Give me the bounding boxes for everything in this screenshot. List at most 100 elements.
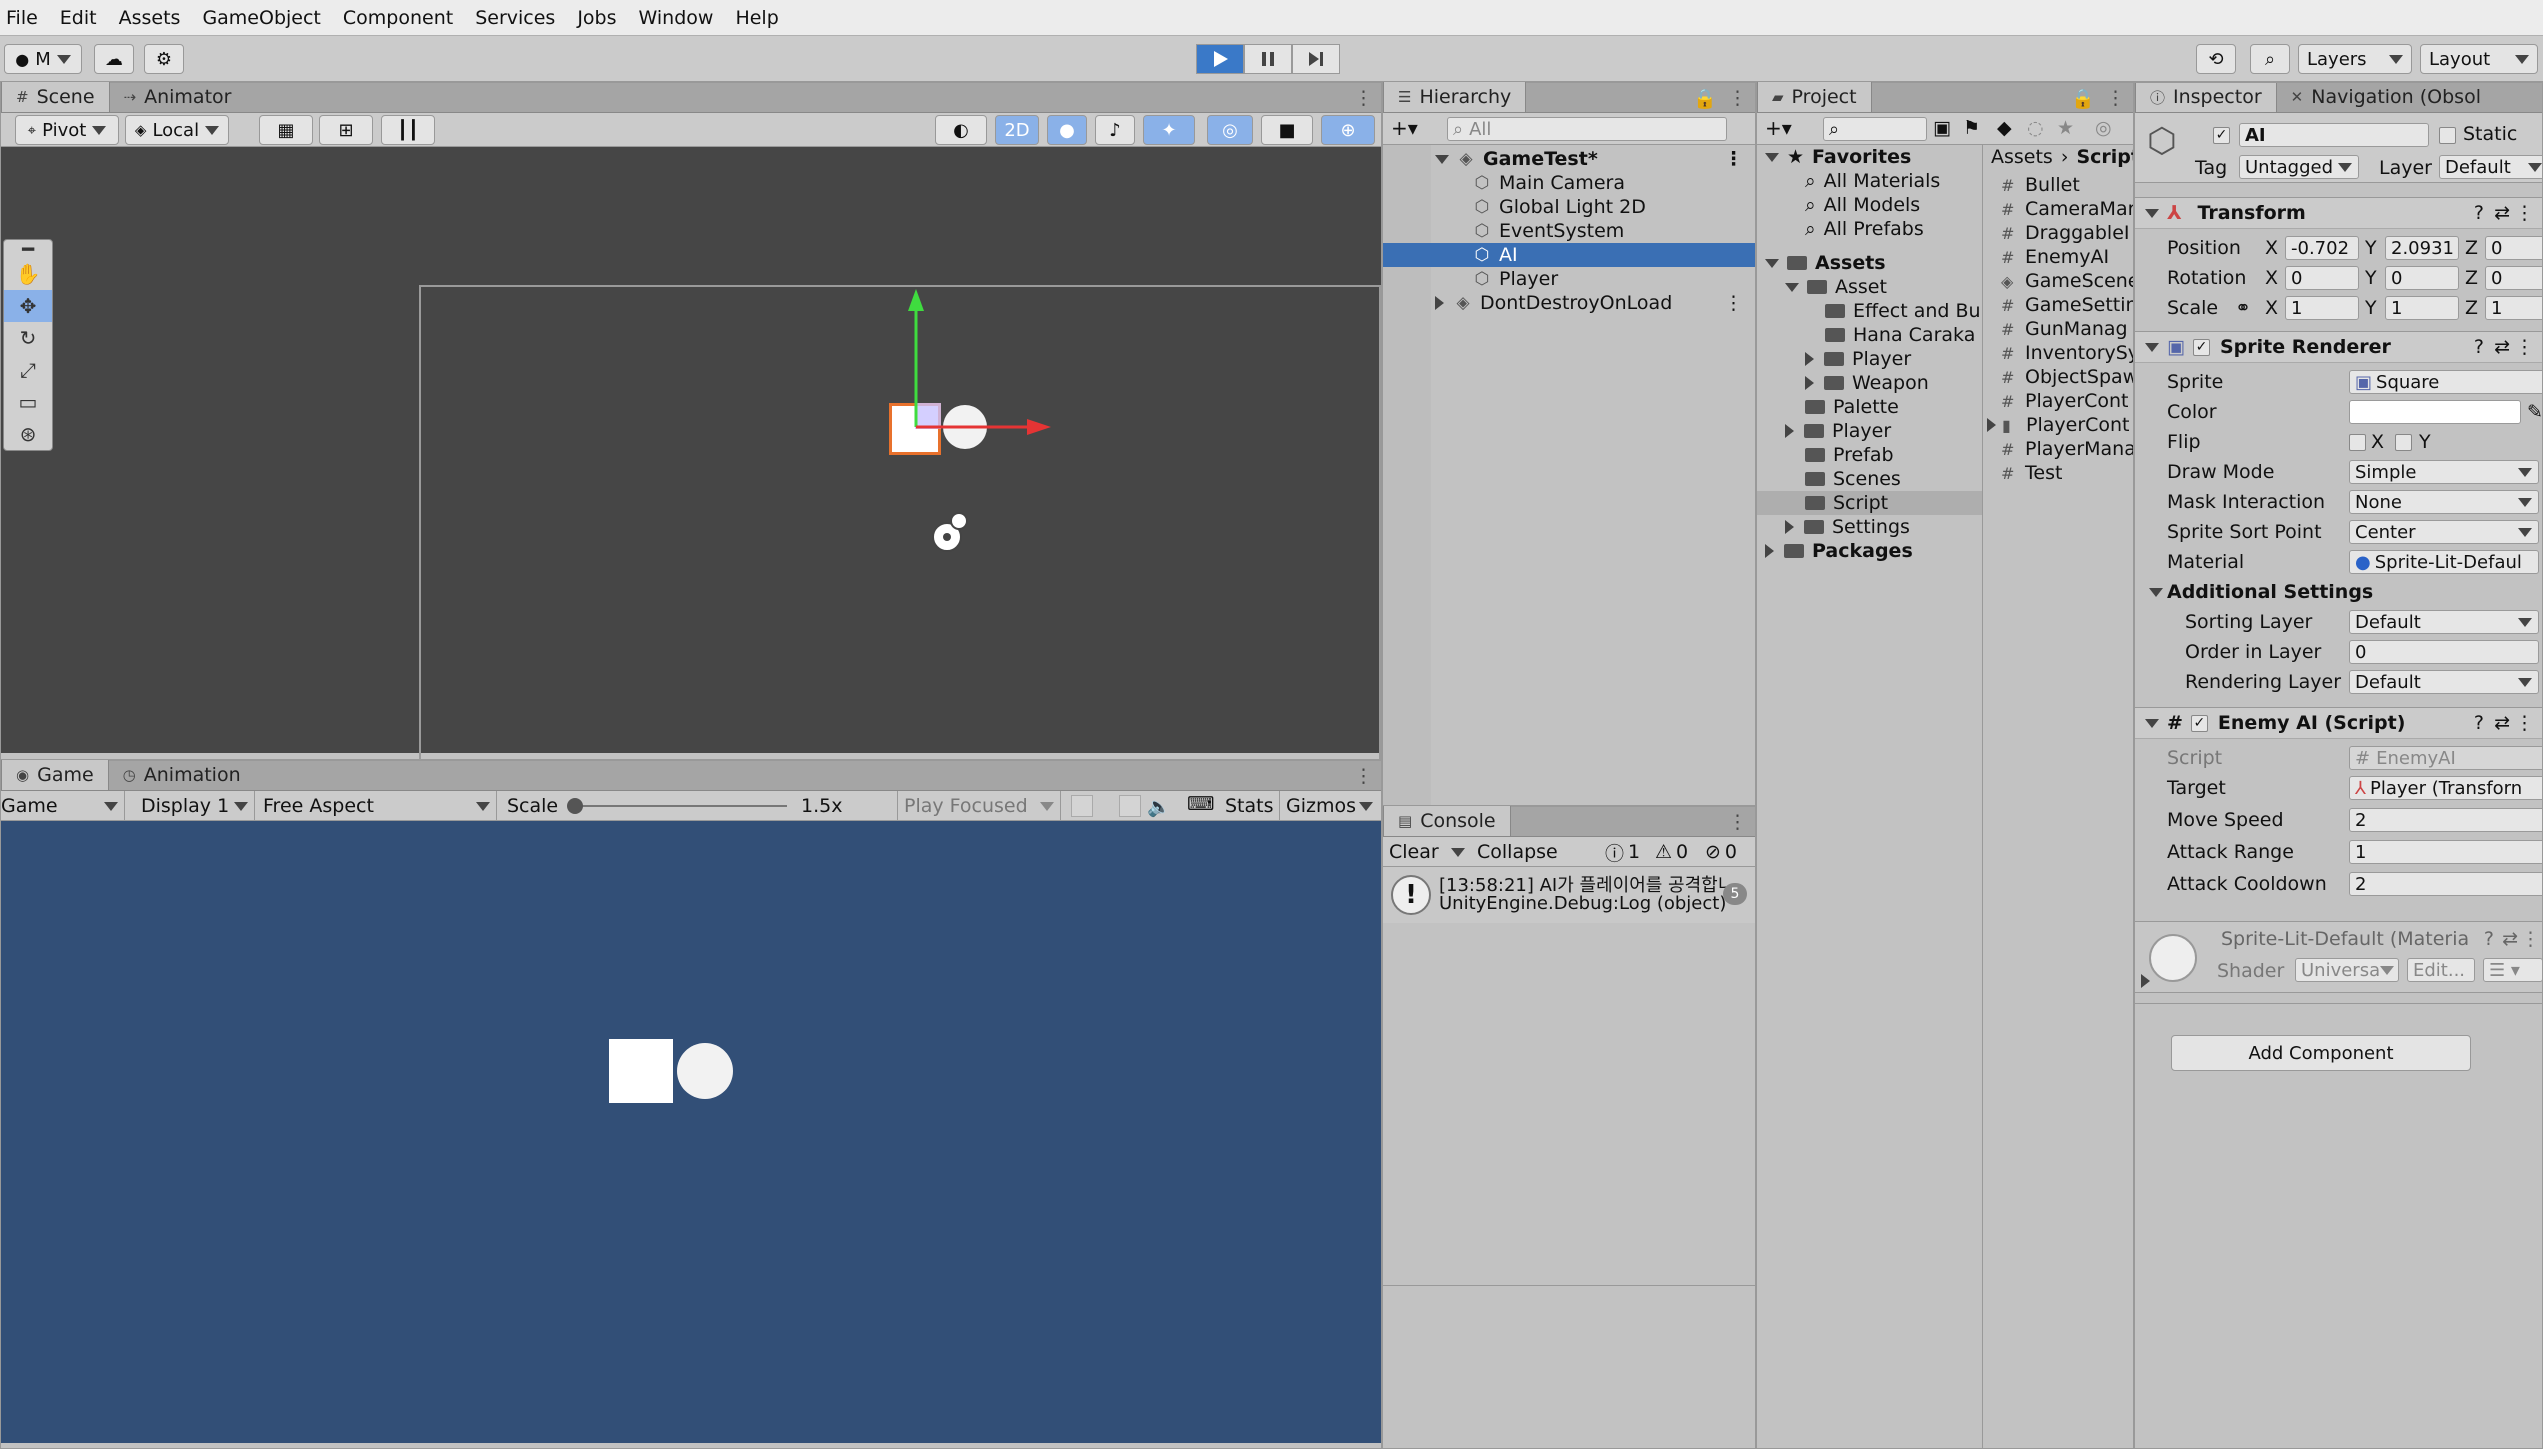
ruler-button[interactable]: ┃┃ [381,115,435,145]
flip-y-checkbox[interactable] [2395,433,2412,451]
script-item[interactable]: # GunManag [2001,317,2128,341]
more-options-icon[interactable]: ⋮ [2106,87,2125,109]
help-icon[interactable]: ? [2484,928,2494,950]
script-item[interactable]: # Bullet [2001,173,2080,197]
lighting-toggle[interactable]: ● [1047,115,1087,145]
add-component-button[interactable]: Add Component [2171,1035,2471,1071]
folder-settings[interactable]: Settings [1785,515,1910,539]
mode-2d-toggle[interactable]: 2D [995,115,1039,145]
scene-item[interactable]: ◈ GameScene [2001,269,2133,293]
menu-edit[interactable]: Edit [60,7,97,29]
rotation-z-input[interactable]: 0 [2485,266,2542,290]
effects-toggle[interactable]: ✦ [1143,115,1195,145]
edit-shader-button[interactable]: Edit... [2407,958,2475,982]
rotation-y-input[interactable]: 0 [2385,266,2459,290]
more-options-icon[interactable]: ⋮ [1724,292,1743,314]
lock-icon[interactable]: 🔒 [2071,87,2095,110]
grid-snap-button[interactable]: ▦ [259,115,313,145]
search-button[interactable]: ⌕ [2250,44,2290,74]
pivot-dropdown[interactable]: ⌖ Pivot [15,115,119,145]
aspect-dropdown[interactable]: Free Aspect [257,791,497,821]
scale-tool-icon[interactable]: ⤢ [4,354,52,386]
more-options-icon[interactable]: ⋮ [1354,765,1373,787]
material-field[interactable]: ● Sprite-Lit-Defaul [2349,550,2539,574]
expand-icon[interactable] [1987,418,1996,432]
folder-script[interactable]: Script [1757,491,1982,515]
script-item[interactable]: # InventorySy [2001,341,2133,365]
move-speed-input[interactable]: 2 [2349,808,2542,832]
tool-drag-handle[interactable]: ━ [4,237,52,261]
project-search-input[interactable]: ⌕ [1823,117,1927,141]
hierarchy-item-eventsystem[interactable]: ⬡ EventSystem [1383,219,1755,243]
info-filter[interactable]: ⓘ 1 [1605,839,1640,865]
menu-jobs[interactable]: Jobs [577,7,616,29]
preset-icon[interactable]: ⇄ [2494,712,2510,734]
additional-settings-row[interactable]: Additional Settings [2135,577,2542,607]
play-focused-dropdown[interactable]: Play Focused [897,791,1061,821]
target-field[interactable]: ⅄ Player (Transforn [2349,776,2542,800]
pause-button[interactable] [1244,44,1292,74]
scale-slider-track[interactable] [569,805,787,807]
search-by-label-icon[interactable]: ⚑ [1963,117,1980,139]
eyedropper-icon[interactable]: ✎ [2527,401,2542,423]
hierarchy-item-player[interactable]: ⬡ Player [1383,267,1755,291]
hierarchy-item-ai[interactable]: ⬡ AI [1383,243,1755,267]
hierarchy-item-global-light[interactable]: ⬡ Global Light 2D [1383,195,1755,219]
folder-palette[interactable]: Palette [1805,395,1899,419]
add-icon[interactable]: +▾ [1765,116,1792,140]
draw-mode-dropdown[interactable]: Simple [2349,460,2539,484]
maximize-button[interactable] [1119,795,1141,817]
sprite-renderer-header[interactable]: ▣ ✓ Sprite Renderer ? ⇄ ⋮ [2135,331,2542,363]
folder-weapon[interactable]: Weapon [1805,371,1929,395]
expand-icon[interactable] [1765,152,1779,162]
hierarchy-search-input[interactable]: ⌕ All [1447,117,1727,141]
cloud-button[interactable]: ☁ [94,44,134,74]
favorites-row[interactable]: ★ Favorites [1765,145,1911,169]
enemy-ai-enabled-checkbox[interactable]: ✓ [2190,714,2208,732]
hierarchy-item-main-camera[interactable]: ⬡ Main Camera [1383,171,1755,195]
menu-file[interactable]: File [6,7,38,29]
script-item[interactable]: # EnemyAI [2001,245,2109,269]
game-view-dropdown[interactable]: Game [1,791,125,821]
draw-mode-button[interactable]: ◐ [935,115,987,145]
layer-dropdown[interactable]: Default [2439,155,2542,179]
scene-row[interactable]: ◈ GameTest* ⋮ [1383,147,1755,171]
tab-animation[interactable]: ◷ Animation [109,760,255,790]
collapse-icon[interactable] [2145,342,2159,352]
favorite-all-models[interactable]: ⌕ All Models [1805,193,1920,217]
add-icon[interactable]: +▾ [1391,116,1418,140]
mute-audio-icon[interactable]: 🔈 [1147,795,1171,818]
collab-settings-button[interactable]: ⚙ [144,44,184,74]
frame-debugger-button[interactable] [1071,795,1093,817]
enemy-ai-header[interactable]: # ✓ Enemy AI (Script) ? ⇄ ⋮ [2135,707,2542,739]
tab-scene[interactable]: # Scene [1,82,110,112]
stats-button[interactable]: Stats [1225,795,1274,817]
scene-viewport[interactable]: ━ ✋ ✥ ↻ ⤢ ▭ ⊛ [1,147,1381,779]
folder-asset-player[interactable]: Player [1805,347,1911,371]
expand-icon[interactable] [1805,352,1814,366]
scale-y-input[interactable]: 1 [2385,296,2459,320]
preset-icon[interactable]: ⇄ [2494,336,2510,358]
more-options-icon[interactable]: ⋮ [1728,811,1747,833]
favorite-all-materials[interactable]: ⌕ All Materials [1805,169,1940,193]
more-options-icon[interactable]: ⋮ [1354,87,1373,109]
rendering-layer-dropdown[interactable]: Default [2349,670,2539,694]
camera-dropdown[interactable]: ■ [1261,115,1313,145]
script-item[interactable]: # PlayerCont [2001,389,2129,413]
scale-x-input[interactable]: 1 [2285,296,2359,320]
menu-component[interactable]: Component [343,7,453,29]
more-options-icon[interactable]: ⋮ [2521,928,2540,950]
folder-asset[interactable]: Asset [1785,275,1887,299]
position-y-input[interactable]: 2.0931 [2385,236,2459,260]
script-item[interactable]: # Test [2001,461,2062,485]
rotation-x-input[interactable]: 0 [2285,266,2359,290]
attack-range-input[interactable]: 1 [2349,840,2542,864]
expand-icon[interactable] [1785,282,1799,292]
script-item[interactable]: # CameraMar [2001,197,2133,221]
gizmos-dropdown[interactable]: Gizmos [1279,791,1379,821]
help-icon[interactable]: ? [2474,712,2484,734]
attack-cooldown-input[interactable]: 2 [2349,872,2542,896]
script-item[interactable]: # ObjectSpaw [2001,365,2133,389]
active-checkbox[interactable]: ✓ [2213,127,2230,144]
expand-icon[interactable] [1435,154,1449,164]
